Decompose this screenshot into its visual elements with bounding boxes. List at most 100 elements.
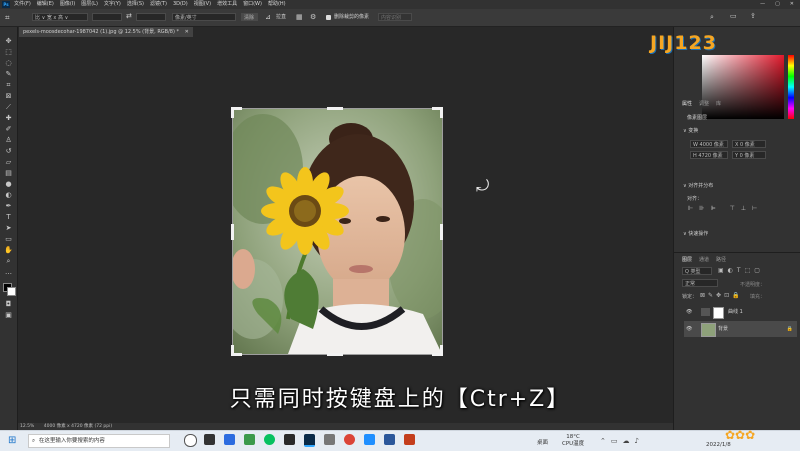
content-aware-select[interactable]: 内容识别 <box>378 13 412 21</box>
transform-heading[interactable]: ∨ 变换 <box>683 127 698 134</box>
quick-actions-heading[interactable]: ∨ 快速操作 <box>683 230 708 237</box>
crop-handle-top-left-vertical[interactable] <box>231 107 234 118</box>
hue-slider[interactable] <box>788 55 794 119</box>
move-tool-icon[interactable]: ✥ <box>4 37 13 45</box>
panel-tab[interactable]: 调整 <box>699 100 709 107</box>
photoshop-taskbar-icon[interactable] <box>304 434 315 447</box>
healing-brush-icon[interactable]: ✚ <box>4 114 13 122</box>
clear-button[interactable]: 清除 <box>241 13 258 21</box>
crop-handle-top-right-vertical[interactable] <box>440 107 443 118</box>
menu-item[interactable]: 选择(S) <box>127 0 144 9</box>
layer-filter-select[interactable]: Q 类型 <box>682 267 712 275</box>
taskbar-app-icon[interactable] <box>204 434 215 445</box>
type-tool-icon[interactable]: T <box>4 213 13 221</box>
menu-item[interactable]: 图像(I) <box>60 0 75 9</box>
hand-tool-icon[interactable]: ✋ <box>4 246 13 254</box>
menu-item[interactable]: 窗口(W) <box>243 0 262 9</box>
marquee-tool-icon[interactable]: ⬚ <box>4 48 13 56</box>
brush-tool-icon[interactable]: ✐ <box>4 125 13 133</box>
zoom-level[interactable]: 12.5% <box>20 424 34 429</box>
taskbar-app-icon[interactable] <box>364 434 375 445</box>
delete-crop-checkbox[interactable] <box>326 15 331 20</box>
maximize-icon[interactable]: ▢ <box>775 0 780 9</box>
gradient-tool-icon[interactable]: ▤ <box>4 169 13 177</box>
menu-item[interactable]: 帮助(H) <box>268 0 286 9</box>
panel-tab[interactable]: 通道 <box>699 256 709 263</box>
crop-handle-right[interactable] <box>440 224 443 240</box>
taskbar-app-icon[interactable] <box>224 434 235 445</box>
panel-tab[interactable]: 属性 <box>682 100 692 107</box>
zoom-tool-icon[interactable]: ⌕ <box>4 257 13 265</box>
menu-item[interactable]: 文件(F) <box>14 0 31 9</box>
background-color-swatch[interactable] <box>7 287 16 296</box>
rectangle-tool-icon[interactable]: ▭ <box>4 235 13 243</box>
search-icon[interactable]: ⌕ <box>710 13 714 22</box>
more-tools-icon[interactable]: … <box>4 268 13 276</box>
wechat-icon[interactable] <box>264 434 275 445</box>
stamp-tool-icon[interactable]: ♙ <box>4 136 13 144</box>
crop-tool-icon[interactable]: ⌗ <box>4 81 13 89</box>
menu-item[interactable]: 文字(Y) <box>104 0 121 9</box>
ratio-select[interactable]: 比 ∨ 宽 x 高 ∨ <box>32 13 88 21</box>
frame-tool-icon[interactable]: ⊠ <box>4 92 13 100</box>
taskbar-date[interactable]: 2022/1/8 <box>706 442 731 448</box>
crop-handle-bottom-left-vertical[interactable] <box>231 345 234 356</box>
transform-x-field[interactable]: X 0 像素 <box>732 140 766 148</box>
panel-tab[interactable]: 路径 <box>716 256 726 263</box>
panel-tab[interactable]: 图层 <box>682 256 692 263</box>
layer-filter-icons[interactable]: ▣◐T⬚▢ <box>718 267 764 274</box>
path-select-icon[interactable]: ➤ <box>4 224 13 232</box>
layer-row-selected[interactable]: 👁 背景 🔒 <box>684 321 797 337</box>
taskbar-app-icon[interactable] <box>324 434 335 445</box>
document-image[interactable] <box>233 109 442 354</box>
blend-mode-select[interactable]: 正常 <box>682 279 718 287</box>
eyedropper-tool-icon[interactable]: ⟋ <box>4 103 13 111</box>
document-tab[interactable]: pexels-moosdecohar-1987042 (1).jpg @ 12.… <box>19 27 193 37</box>
panel-tab[interactable]: 库 <box>716 100 721 107</box>
blur-tool-icon[interactable]: ● <box>4 180 13 188</box>
taskbar-app-icon[interactable] <box>244 434 255 445</box>
menu-item[interactable]: 图层(L) <box>81 0 98 9</box>
weather-widget[interactable]: 18°C CPU温度 <box>562 434 584 448</box>
resolution-unit-select[interactable]: 像素/英寸 <box>172 13 236 21</box>
lasso-tool-icon[interactable]: ◌ <box>4 59 13 67</box>
crop-handle-bottom[interactable] <box>327 353 343 356</box>
transform-y-field[interactable]: Y 0 像素 <box>732 151 766 159</box>
menu-item[interactable]: 3D(D) <box>173 0 188 9</box>
color-picker-field[interactable] <box>702 55 784 119</box>
straighten-icon[interactable]: ⊿ <box>265 13 271 21</box>
menu-item[interactable]: 编辑(E) <box>37 0 54 9</box>
quick-select-tool-icon[interactable]: ✎ <box>4 70 13 78</box>
dodge-tool-icon[interactable]: ◐ <box>4 191 13 199</box>
crop-handle-bottom-right-vertical[interactable] <box>440 345 443 356</box>
quick-mask-icon[interactable]: ◘ <box>4 300 13 308</box>
taskbar-app-icon[interactable] <box>284 434 295 445</box>
transform-w-field[interactable]: W 4000 像素 <box>690 140 728 148</box>
powerpoint-icon[interactable] <box>404 434 415 445</box>
workspace-icon[interactable]: ▭ <box>730 12 737 20</box>
crop-tool-icon[interactable]: ⌗ <box>5 13 14 22</box>
close-tab-icon[interactable]: ✕ <box>185 29 189 35</box>
eraser-tool-icon[interactable]: ▱ <box>4 158 13 166</box>
share-icon[interactable]: ⇪ <box>750 12 756 20</box>
visibility-eye-icon[interactable]: 👁 <box>686 304 692 320</box>
menu-item[interactable]: 视图(V) <box>194 0 211 9</box>
height-field[interactable] <box>136 13 166 21</box>
visibility-eye-icon[interactable]: 👁 <box>686 321 692 337</box>
screen-mode-icon[interactable]: ▣ <box>4 311 13 319</box>
word-icon[interactable] <box>384 434 395 445</box>
swap-icon[interactable]: ⇄ <box>126 12 132 20</box>
minimize-icon[interactable]: — <box>760 0 765 9</box>
history-brush-icon[interactable]: ↺ <box>4 147 13 155</box>
layer-row[interactable]: 👁 曲线 1 <box>684 304 797 320</box>
chrome-icon[interactable] <box>344 434 355 445</box>
menu-item[interactable]: 滤镜(T) <box>150 0 167 9</box>
desktop-label[interactable]: 桌面 <box>537 438 548 446</box>
transform-h-field[interactable]: H 4720 像素 <box>690 151 728 159</box>
settings-gear-icon[interactable]: ⚙ <box>310 13 316 21</box>
align-icons-row[interactable]: ⊩⊪⊫ ⊤⊥⊢ <box>688 205 763 212</box>
crop-handle-top[interactable] <box>327 107 343 110</box>
menu-item[interactable]: 增效工具 <box>217 0 237 9</box>
task-view-icon[interactable] <box>184 434 197 447</box>
width-field[interactable] <box>92 13 122 21</box>
